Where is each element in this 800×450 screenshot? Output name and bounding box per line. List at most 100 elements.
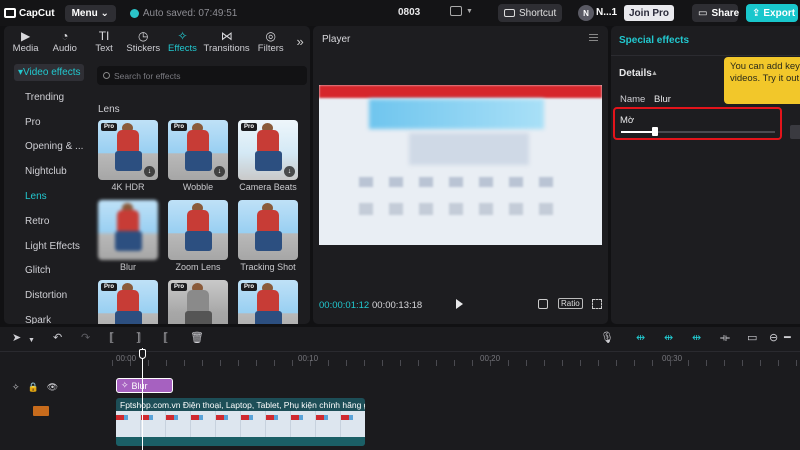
effect-card[interactable]: Pro bbox=[168, 280, 228, 324]
menu-button[interactable]: Menu ⌄ bbox=[64, 4, 116, 22]
shortcut-button[interactable]: Shortcut bbox=[498, 4, 562, 22]
search-input[interactable]: Search for effects bbox=[97, 66, 307, 85]
eye-icon[interactable]: 👁 bbox=[47, 382, 58, 393]
effect-card[interactable]: Pro bbox=[238, 280, 298, 324]
category-item-lens[interactable]: Lens bbox=[4, 184, 90, 209]
export-button[interactable]: ⇪ Export bbox=[746, 4, 798, 22]
tab-label: Media bbox=[12, 43, 39, 54]
linkage-icon[interactable]: ⇹ bbox=[692, 333, 701, 344]
delete-icon[interactable]: 🗑 bbox=[190, 333, 204, 344]
split-right-icon[interactable]: ⟦ bbox=[163, 333, 168, 344]
play-icon[interactable] bbox=[456, 299, 463, 309]
select-cursor-icon[interactable]: ➤ bbox=[12, 333, 21, 344]
auto-save-status: Auto saved: 07:49:51 bbox=[129, 7, 238, 19]
total-timecode: 00:00:13:18 bbox=[372, 300, 423, 311]
category-item[interactable]: Spark bbox=[4, 308, 90, 324]
timeline-ruler[interactable]: 00:00 00:10 00:20 00:30 bbox=[112, 352, 800, 366]
download-icon[interactable]: ↓ bbox=[214, 166, 225, 177]
effect-card-zoom-lens[interactable]: Zoom Lens bbox=[168, 200, 228, 272]
user-name[interactable]: N...1 bbox=[596, 7, 617, 18]
avatar[interactable]: N bbox=[578, 5, 594, 21]
more-tabs-icon[interactable]: » bbox=[290, 26, 310, 56]
slider-handle[interactable] bbox=[652, 127, 658, 136]
lock-icon[interactable]: 🔒 bbox=[28, 382, 39, 393]
effect-card[interactable]: Pro bbox=[98, 280, 158, 324]
tab-label: Stickers bbox=[126, 43, 161, 54]
effect-card-camera-beats[interactable]: Pro ↓ Camera Beats bbox=[238, 120, 298, 192]
video-preview[interactable] bbox=[319, 85, 602, 245]
join-pro-button[interactable]: Join Pro bbox=[624, 5, 675, 21]
undo-icon[interactable]: ↶ bbox=[53, 333, 62, 344]
pro-badge: Pro bbox=[241, 283, 258, 291]
auto-save-text: Auto saved: 07:49:51 bbox=[142, 7, 238, 19]
effect-thumbnail: Pro ↓ bbox=[168, 120, 228, 180]
slider-fill bbox=[621, 131, 655, 133]
category-item[interactable]: Pro bbox=[4, 110, 90, 135]
split-left-icon[interactable]: ⟧ bbox=[136, 333, 141, 344]
tab-text[interactable]: TI Text bbox=[84, 26, 123, 56]
category-item[interactable]: Opening & ... bbox=[4, 135, 90, 160]
effect-label: Camera Beats bbox=[239, 182, 297, 192]
tab-stickers[interactable]: ◷ Stickers bbox=[124, 26, 163, 56]
playhead[interactable] bbox=[142, 348, 143, 450]
microphone-icon[interactable]: 🎙 bbox=[600, 333, 614, 344]
clip-frames bbox=[116, 411, 365, 437]
search-placeholder: Search for effects bbox=[114, 70, 181, 81]
effect-card-tracking-shot[interactable]: Tracking Shot bbox=[238, 200, 298, 272]
effects-icon: ✧ bbox=[121, 380, 129, 390]
split-icon[interactable]: ⟦ bbox=[109, 333, 114, 344]
fit-screen-icon[interactable] bbox=[538, 299, 548, 309]
fullscreen-icon[interactable] bbox=[592, 299, 602, 309]
project-name[interactable]: 0803 bbox=[398, 7, 420, 18]
layout-icon[interactable] bbox=[450, 6, 462, 16]
tab-media[interactable]: ▶ Media bbox=[6, 26, 45, 56]
media-icon: ▶ bbox=[20, 29, 31, 43]
keyframe-button[interactable] bbox=[790, 125, 800, 139]
chevron-down-icon[interactable]: ▼ bbox=[28, 335, 35, 346]
special-effects-tab[interactable]: Special effects bbox=[619, 35, 689, 46]
download-icon[interactable]: ↓ bbox=[144, 166, 155, 177]
preview-axis-icon[interactable]: ⟛ bbox=[720, 333, 730, 344]
ratio-button[interactable]: Ratio bbox=[558, 298, 583, 309]
tab-transitions[interactable]: ⋈ Transitions bbox=[202, 26, 251, 56]
share-button[interactable]: ▭ Share bbox=[692, 4, 739, 22]
upload-icon: ⇪ bbox=[752, 7, 761, 19]
zoom-slider-icon[interactable]: ━ bbox=[784, 333, 791, 344]
pro-badge: Pro bbox=[101, 123, 118, 131]
pro-badge: Pro bbox=[241, 123, 258, 131]
effect-card-blur[interactable]: Blur bbox=[98, 200, 158, 272]
category-item[interactable]: Nightclub bbox=[4, 159, 90, 184]
zoom-out-icon[interactable]: ⊖ bbox=[769, 333, 778, 344]
effect-clip-blur[interactable]: ✧ Blur bbox=[116, 378, 173, 393]
caption-icon[interactable]: ▭ bbox=[747, 333, 757, 344]
video-effects-header[interactable]: ▾ Video effects bbox=[14, 64, 84, 81]
effect-card-wobble[interactable]: Pro ↓ Wobble bbox=[168, 120, 228, 192]
tab-audio[interactable]: ◔ Audio bbox=[45, 26, 84, 56]
capcut-logo: CapCut bbox=[4, 8, 55, 19]
cover-thumbnail[interactable] bbox=[33, 406, 49, 416]
effect-thumbnail bbox=[98, 200, 158, 260]
playhead-handle[interactable] bbox=[139, 349, 146, 359]
effect-card-4k-hdr[interactable]: Pro ↓ 4K HDR bbox=[98, 120, 158, 192]
shortcut-label: Shortcut bbox=[519, 7, 557, 19]
category-item[interactable]: Retro bbox=[4, 209, 90, 234]
menu-icon[interactable] bbox=[589, 34, 598, 41]
tab-effects[interactable]: ✧ Effects bbox=[163, 26, 202, 56]
tab-filters[interactable]: ◎ Filters bbox=[251, 26, 290, 56]
effect-thumbnail bbox=[168, 200, 228, 260]
download-icon[interactable]: ↓ bbox=[284, 166, 295, 177]
chevron-down-icon[interactable]: ▼ bbox=[466, 8, 473, 15]
video-clip[interactable]: Fptshop.com.vn Điện thoại, Laptop, Table… bbox=[116, 398, 365, 446]
category-item[interactable]: Trending bbox=[4, 85, 90, 110]
redo-icon[interactable]: ↷ bbox=[81, 333, 90, 344]
effect-thumbnail: Pro bbox=[168, 280, 228, 324]
category-item[interactable]: Light Effects bbox=[4, 234, 90, 259]
category-item[interactable]: Distortion bbox=[4, 283, 90, 308]
category-item[interactable]: Glitch bbox=[4, 259, 90, 284]
details-section-header[interactable]: Details bbox=[619, 68, 652, 79]
timeline: ➤ ▼ ↶ ↷ ⟦ ⟧ ⟦ 🗑 🎙 ⇹ ⇹ ⇹ ⟛ ▭ ⊖ ━ 00:00 00… bbox=[0, 327, 800, 450]
chevron-up-icon[interactable]: ▲ bbox=[651, 70, 658, 77]
main-track-magnet-icon[interactable]: ⇹ bbox=[636, 333, 645, 344]
auto-snap-icon[interactable]: ⇹ bbox=[664, 333, 673, 344]
blur-slider[interactable] bbox=[621, 127, 775, 136]
